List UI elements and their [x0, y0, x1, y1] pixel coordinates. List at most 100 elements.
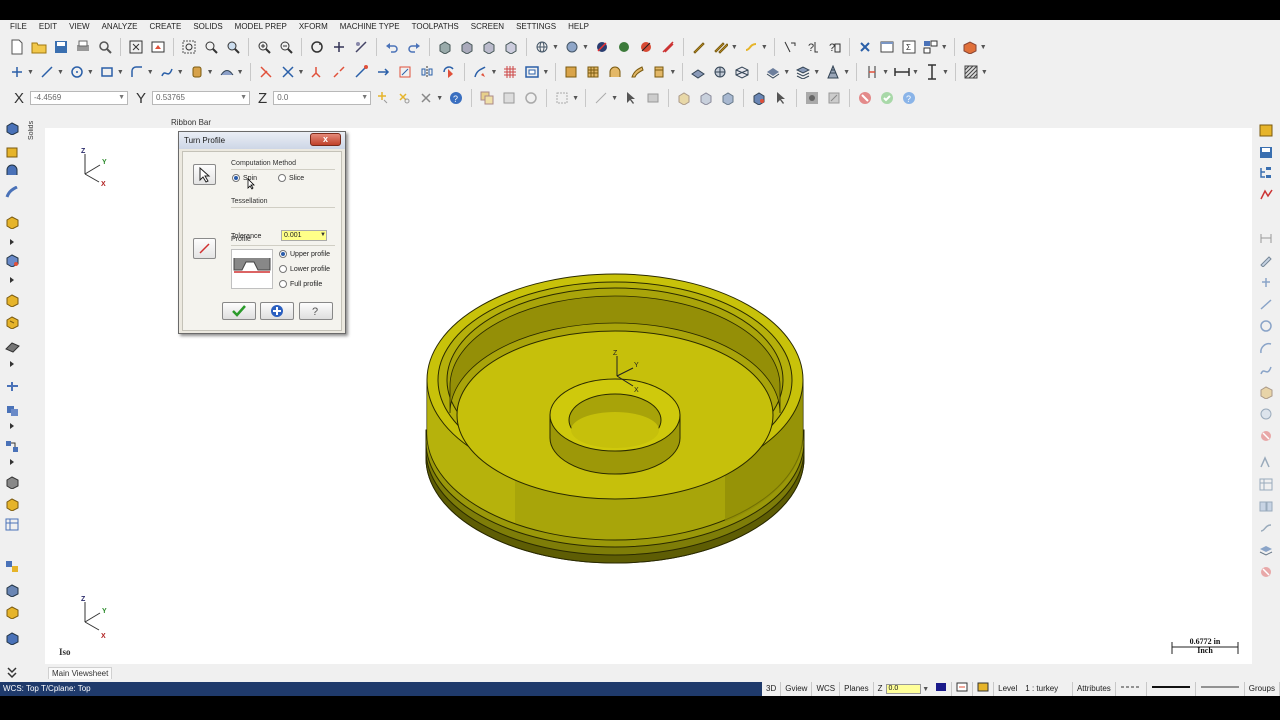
triangle-stack-icon[interactable]	[825, 64, 841, 80]
zoom-selected-icon[interactable]	[225, 39, 241, 55]
chevron-down-icon[interactable]: ▼	[813, 69, 820, 76]
save-disk-icon[interactable]	[1259, 146, 1274, 159]
select-all-icon[interactable]	[479, 90, 495, 106]
toolpath-icon[interactable]	[1259, 188, 1274, 201]
join-icon[interactable]	[309, 64, 325, 80]
3d-toggle[interactable]: 3D	[762, 682, 782, 696]
menu-settings[interactable]: SETTINGS	[510, 20, 562, 34]
menu-model-prep[interactable]: MODEL PREP	[229, 20, 293, 34]
pointer-icon[interactable]	[623, 90, 639, 106]
chevron-double-down-icon[interactable]	[5, 666, 20, 679]
help-icon[interactable]: ?	[448, 90, 464, 106]
point-style[interactable]	[952, 682, 974, 696]
tab-main-viewsheet[interactable]: Main Viewsheet	[48, 667, 113, 679]
verify-shade-icon[interactable]	[826, 90, 842, 106]
circle-icon[interactable]	[69, 64, 85, 80]
solid-edge-icon[interactable]	[698, 90, 714, 106]
no-entry-icon[interactable]	[1259, 566, 1274, 579]
chevron-down-icon[interactable]: ▼	[912, 69, 919, 76]
chevron-down-icon[interactable]: ▼	[27, 69, 34, 76]
line-style-selector[interactable]	[1116, 682, 1147, 696]
x-coord-field[interactable]: -4.4569 ▼	[30, 91, 129, 105]
fast-point-icon[interactable]	[374, 90, 390, 106]
chevron-down-icon[interactable]: ▼	[761, 44, 768, 51]
chevron-down-icon[interactable]: ▼	[941, 44, 948, 51]
zoom-in-icon[interactable]	[256, 39, 272, 55]
menu-analyze[interactable]: ANALYZE	[96, 20, 144, 34]
nest-icon[interactable]	[1259, 500, 1274, 513]
chevron-down-icon[interactable]: ▼	[87, 69, 94, 76]
z-coord-field[interactable]: 0.0 ▼	[273, 91, 372, 105]
surface-net-icon[interactable]	[712, 64, 728, 80]
chain-icon[interactable]	[1259, 522, 1274, 535]
transform-icon[interactable]	[1259, 456, 1274, 469]
hatch-icon[interactable]	[963, 64, 979, 80]
solid-fillet-icon[interactable]	[5, 254, 20, 267]
right-view-icon[interactable]	[481, 39, 497, 55]
vertical-dim-icon[interactable]	[924, 64, 940, 80]
autocursor-icon[interactable]	[396, 90, 412, 106]
chevron-down-icon[interactable]: ▼	[298, 69, 305, 76]
solid-drafts-icon[interactable]	[5, 476, 20, 489]
solid-icon[interactable]	[1259, 386, 1274, 399]
layers-icon[interactable]	[1259, 544, 1274, 557]
fillet-icon[interactable]	[129, 64, 145, 80]
save-icon[interactable]	[53, 39, 69, 55]
chevron-down-icon[interactable]: ▼	[552, 44, 559, 51]
modify-length-icon[interactable]	[353, 64, 369, 80]
turned-part-model[interactable]: Z Y X	[425, 273, 805, 564]
wcs-button[interactable]: WCS	[812, 682, 841, 696]
solid-layout-icon[interactable]	[5, 440, 20, 453]
chevron-down-icon[interactable]: ▼	[942, 69, 949, 76]
planes-button[interactable]: Planes	[840, 682, 874, 696]
chevron-down-icon[interactable]: ▼	[118, 92, 125, 104]
solid-find-icon[interactable]	[5, 632, 20, 645]
solid-select-icon[interactable]	[645, 90, 661, 106]
zoom-target-icon[interactable]	[203, 39, 219, 55]
pencil-icon[interactable]	[691, 39, 707, 55]
chevron-down-icon[interactable]: ▼	[981, 69, 988, 76]
front-view-icon[interactable]	[459, 39, 475, 55]
pencil-double-icon[interactable]	[713, 39, 729, 55]
edit-icon[interactable]	[1259, 254, 1274, 267]
chevron-down-icon[interactable]: ▼	[572, 95, 579, 102]
apply-button[interactable]	[260, 302, 294, 320]
rotate-icon[interactable]	[441, 64, 457, 80]
solid-chamfer-icon[interactable]	[5, 294, 20, 307]
select-cube-icon[interactable]	[751, 90, 767, 106]
chevron-down-icon[interactable]: ▼	[177, 69, 184, 76]
shaded-edges-icon[interactable]	[638, 39, 654, 55]
fit-screen-icon[interactable]	[128, 39, 144, 55]
vector-icon[interactable]	[593, 90, 609, 106]
tree-icon[interactable]	[1259, 166, 1274, 179]
grid-icon[interactable]	[502, 64, 518, 80]
solid-face-icon[interactable]	[676, 90, 692, 106]
chevron-right-icon[interactable]	[5, 420, 20, 433]
solid-extrude-icon[interactable]	[5, 146, 20, 159]
mirror-icon[interactable]	[419, 64, 435, 80]
table-icon[interactable]	[1259, 478, 1274, 491]
chevron-right-icon[interactable]	[5, 236, 20, 249]
chevron-down-icon[interactable]: ▼	[147, 69, 154, 76]
chain-icon[interactable]	[743, 39, 759, 55]
solids-side-tab[interactable]: Solids	[28, 118, 42, 140]
profile-preview-button[interactable]	[193, 238, 216, 259]
solid-grid-icon[interactable]	[585, 64, 601, 80]
iso-view-icon[interactable]	[503, 39, 519, 55]
solid-extrude-icon[interactable]	[563, 64, 579, 80]
solid-split-icon[interactable]	[5, 404, 20, 417]
chevron-down-icon[interactable]: ▼	[207, 69, 214, 76]
chevron-down-icon[interactable]: ▼	[882, 69, 889, 76]
stop-icon[interactable]	[857, 90, 873, 106]
print-preview-icon[interactable]	[97, 39, 113, 55]
repaint-icon[interactable]	[150, 39, 166, 55]
open-folder-icon[interactable]	[31, 39, 47, 55]
y-coord-field[interactable]: 0.53765 ▼	[152, 91, 251, 105]
chevron-down-icon[interactable]: ▼	[57, 69, 64, 76]
frame-icon[interactable]	[524, 64, 540, 80]
select-only-icon[interactable]	[501, 90, 517, 106]
break-icon[interactable]	[331, 64, 347, 80]
dialog-title-bar[interactable]: Turn Profile x	[179, 132, 345, 149]
chevron-down-icon[interactable]: ▼	[843, 69, 850, 76]
chevron-down-icon[interactable]: ▼	[611, 95, 618, 102]
